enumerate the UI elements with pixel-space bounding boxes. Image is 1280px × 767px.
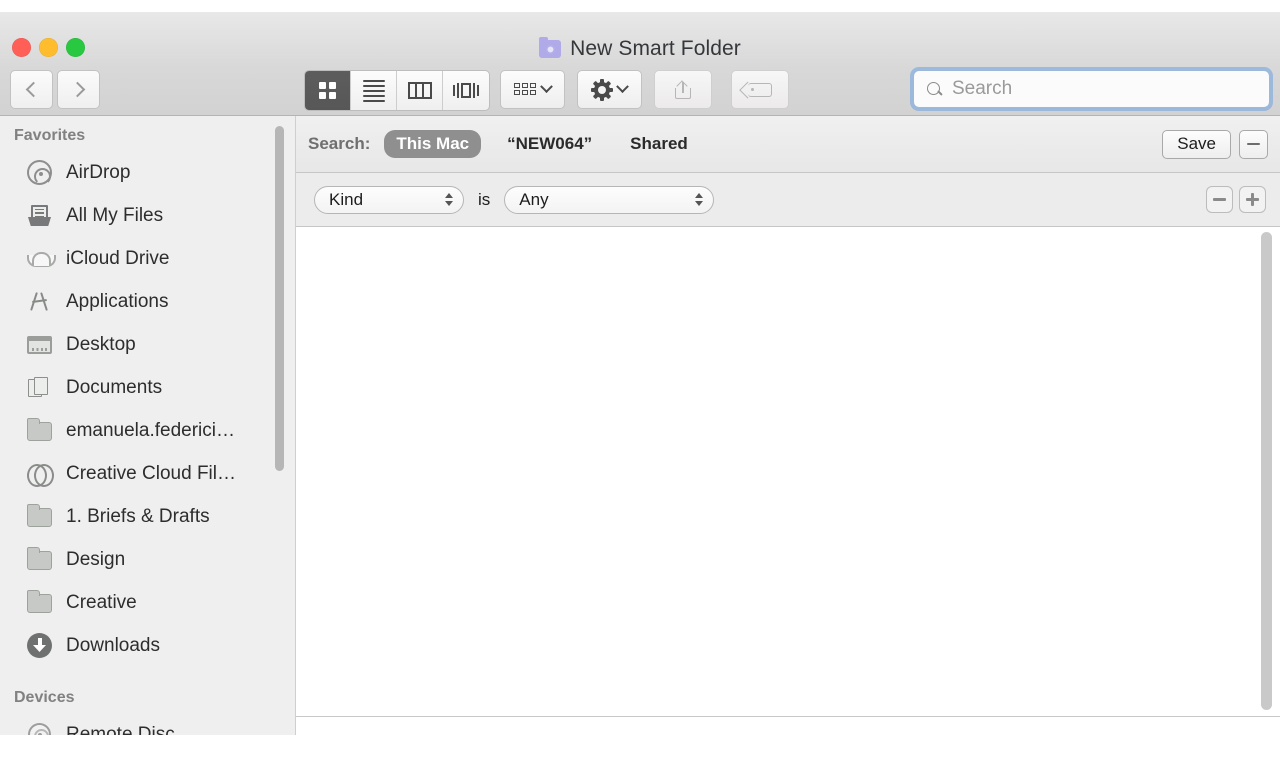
sidebar-item-label: Downloads bbox=[66, 634, 160, 656]
sidebar-item-documents[interactable]: Documents bbox=[0, 366, 295, 409]
minus-icon bbox=[1247, 142, 1260, 146]
list-view-button[interactable] bbox=[351, 71, 397, 110]
tags-button[interactable] bbox=[731, 70, 789, 109]
back-icon bbox=[25, 81, 41, 98]
arrange-button[interactable] bbox=[500, 70, 565, 109]
search-icon bbox=[927, 81, 942, 97]
sidebar-item-airdrop[interactable]: AirDrop bbox=[0, 151, 295, 194]
save-button[interactable]: Save bbox=[1162, 129, 1231, 159]
documents-icon bbox=[26, 374, 53, 401]
share-button[interactable] bbox=[654, 70, 712, 109]
sidebar-item-emanuela-federici[interactable]: emanuela.federici… bbox=[0, 409, 295, 452]
sidebar-item-desktop[interactable]: Desktop bbox=[0, 323, 295, 366]
downloads-icon bbox=[26, 632, 53, 659]
forward-button[interactable] bbox=[57, 70, 100, 109]
arrange-icon bbox=[514, 82, 536, 97]
list-icon bbox=[362, 79, 385, 102]
sidebar-item-label: Creative Cloud Fil… bbox=[66, 462, 236, 484]
forward-icon bbox=[69, 81, 85, 98]
sidebar-section-devices-header: Devices bbox=[14, 689, 75, 706]
sidebar-item-briefs-and-drafts[interactable]: 1. Briefs & Drafts bbox=[0, 495, 295, 538]
sidebar-item-label: Applications bbox=[66, 290, 169, 312]
search-scope-bar: Search: This Mac “NEW064” Shared Save bbox=[296, 116, 1280, 173]
sidebar-item-all-my-files[interactable]: All My Files bbox=[0, 194, 295, 237]
sidebar-section-favorites-header: Favorites bbox=[14, 127, 86, 144]
scope-label: Search: bbox=[308, 134, 371, 153]
search-criteria-row: Kind is Any bbox=[296, 173, 1280, 227]
folder-icon bbox=[26, 589, 53, 616]
gear-icon bbox=[591, 78, 613, 101]
window-titlebar: New Smart Folder Search bbox=[0, 12, 1280, 116]
criteria-operator-label: is bbox=[478, 189, 491, 209]
view-mode-segmented-control bbox=[304, 70, 490, 111]
remove-search-button[interactable] bbox=[1239, 129, 1268, 159]
tag-icon bbox=[748, 82, 772, 97]
sidebar-item-label: Creative bbox=[66, 591, 137, 613]
criteria-value-select[interactable]: Any bbox=[504, 185, 715, 214]
search-results-area[interactable] bbox=[296, 227, 1280, 717]
icloud-drive-icon bbox=[26, 245, 56, 272]
criteria-attribute-select[interactable]: Kind bbox=[314, 185, 464, 214]
applications-icon bbox=[26, 288, 53, 315]
search-field[interactable]: Search bbox=[913, 70, 1270, 108]
airdrop-icon bbox=[26, 159, 53, 186]
updown-chevron-icon bbox=[694, 191, 705, 208]
creative-cloud-icon bbox=[26, 460, 54, 487]
sidebar-scrollbar[interactable] bbox=[275, 126, 284, 471]
coverflow-view-button[interactable] bbox=[443, 71, 489, 110]
coverflow-icon bbox=[453, 81, 479, 100]
sidebar-item-downloads[interactable]: Downloads bbox=[0, 624, 295, 667]
window-title: New Smart Folder bbox=[0, 34, 1280, 64]
back-button[interactable] bbox=[10, 70, 53, 109]
sidebar-item-applications[interactable]: Applications bbox=[0, 280, 295, 323]
sidebar-item-label: All My Files bbox=[66, 204, 164, 226]
sidebar-item-label: iCloud Drive bbox=[66, 247, 170, 269]
sidebar-item-creative[interactable]: Creative bbox=[0, 581, 295, 624]
folder-icon bbox=[26, 417, 53, 444]
sidebar-item-label: AirDrop bbox=[66, 161, 131, 183]
criteria-value-value: Any bbox=[519, 189, 549, 209]
grid-icon bbox=[319, 82, 336, 99]
smart-folder-icon bbox=[539, 37, 562, 58]
desktop-icon bbox=[26, 331, 53, 358]
sidebar-item-label: Design bbox=[66, 548, 126, 570]
action-menu-button[interactable] bbox=[577, 70, 642, 109]
minus-icon bbox=[1213, 198, 1226, 201]
sidebar-item-creative-cloud-files[interactable]: Creative Cloud Fil… bbox=[0, 452, 295, 495]
desktop-background bbox=[0, 735, 1280, 767]
icon-view-button[interactable] bbox=[305, 71, 351, 110]
sidebar: Favorites AirDrop All My Files iCloud Dr… bbox=[0, 116, 296, 747]
sidebar-item-label: Desktop bbox=[66, 333, 136, 355]
add-criteria-button[interactable] bbox=[1239, 186, 1266, 213]
column-view-button[interactable] bbox=[397, 71, 443, 110]
content-scrollbar[interactable] bbox=[1261, 232, 1272, 710]
chevron-down-icon bbox=[616, 80, 629, 94]
sidebar-item-design[interactable]: Design bbox=[0, 538, 295, 581]
all-my-files-icon bbox=[26, 202, 53, 229]
finder-window: New Smart Folder Search Favorites AirDro… bbox=[0, 12, 1280, 747]
search-placeholder: Search bbox=[952, 78, 1013, 99]
sidebar-item-icloud-drive[interactable]: iCloud Drive bbox=[0, 237, 295, 280]
scope-option-new064[interactable]: “NEW064” bbox=[495, 130, 604, 158]
navigation-buttons bbox=[10, 70, 100, 109]
window-title-text: New Smart Folder bbox=[570, 37, 741, 60]
sidebar-item-label: Documents bbox=[66, 376, 163, 398]
sidebar-item-label: emanuela.federici… bbox=[66, 419, 235, 441]
folder-icon bbox=[26, 503, 53, 530]
scope-option-shared[interactable]: Shared bbox=[618, 130, 700, 158]
columns-icon bbox=[407, 82, 432, 99]
criteria-attribute-value: Kind bbox=[329, 189, 364, 209]
remove-criteria-button[interactable] bbox=[1206, 186, 1233, 213]
sidebar-item-label: 1. Briefs & Drafts bbox=[66, 505, 210, 527]
scope-option-this-mac[interactable]: This Mac bbox=[384, 130, 482, 158]
chevron-down-icon bbox=[540, 80, 553, 94]
folder-icon bbox=[26, 546, 53, 573]
share-icon bbox=[675, 79, 691, 99]
updown-chevron-icon bbox=[444, 191, 455, 208]
